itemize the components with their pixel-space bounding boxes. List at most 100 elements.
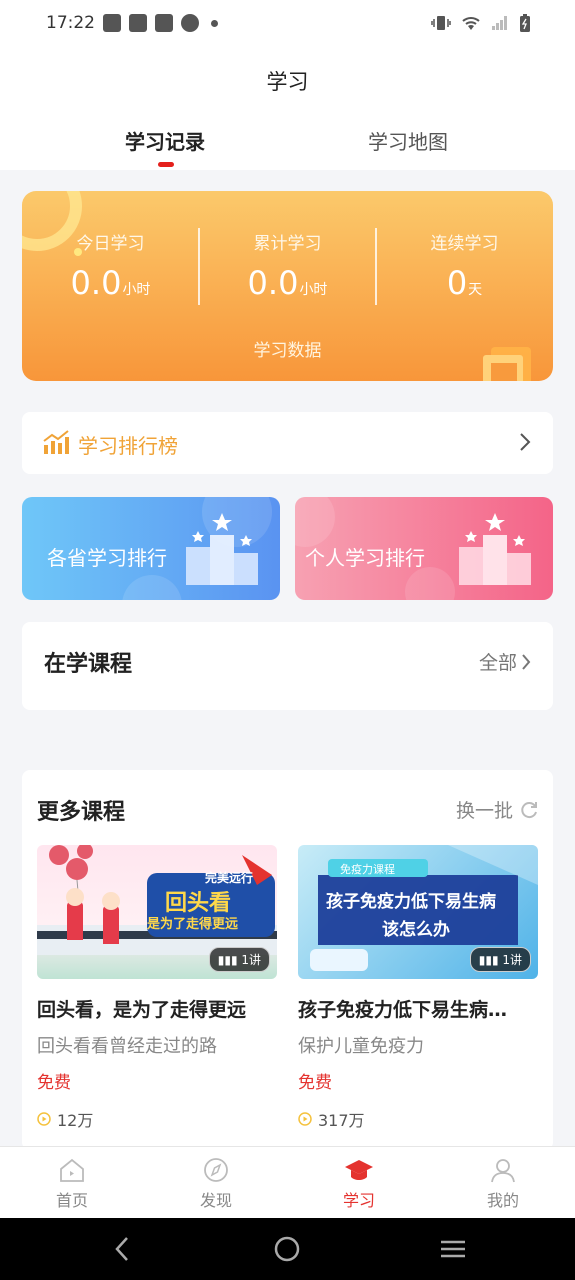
play-count-icon <box>37 1112 51 1126</box>
notification-bag-icon <box>155 14 173 32</box>
stat-number: 0.0 <box>247 264 299 302</box>
thumbnail-subheadline: 是为了走得更远 <box>147 917 239 932</box>
wifi-icon <box>462 17 480 30</box>
course-subtitle: 回头看看曾经走过的路 <box>37 1036 217 1057</box>
ranking-label: 学习排行榜 <box>78 434 178 458</box>
home-icon <box>60 1158 84 1182</box>
system-icons <box>431 13 531 33</box>
thumbnail-tag: 完美远行 <box>205 871 254 885</box>
tab-label: 首页 <box>55 1191 88 1210</box>
study-data-link[interactable]: 学习数据 <box>22 336 553 361</box>
notification-icons <box>103 14 218 32</box>
recents-icon[interactable] <box>438 1234 468 1264</box>
tab-study-record[interactable]: 学习记录 <box>125 126 205 155</box>
podium-icon <box>186 513 258 585</box>
decorative-bubble <box>405 567 455 600</box>
course-title: 孩子免疫力低下易生病… <box>298 999 508 1021</box>
stat-unit: 天 <box>468 282 483 298</box>
course-thumbnail: 完美远行 回头看 是为了走得更远 ▮▮▮ 1讲 <box>37 845 277 979</box>
tab-discover[interactable]: 发现 <box>176 1157 256 1211</box>
tab-label: 学习 <box>342 1191 375 1210</box>
stat-number: 0.0 <box>70 264 122 302</box>
view-all-link[interactable]: 全部 <box>479 648 531 675</box>
section-title: 更多课程 <box>37 800 126 825</box>
stat-label: 累计学习 <box>253 234 322 254</box>
bottom-tab-bar: 首页 发现 学习 我的 <box>0 1146 575 1218</box>
tab-label: 我的 <box>486 1191 519 1210</box>
section-title: 在学课程 <box>44 652 133 677</box>
stat-number: 0 <box>446 264 468 302</box>
ranking-list-row[interactable]: 学习排行榜 <box>22 412 553 474</box>
personal-ranking-card[interactable]: 个人学习排行 <box>295 497 553 600</box>
thumbnail-subheadline: 该怎么办 <box>382 920 450 940</box>
lesson-count-badge: ▮▮▮ 1讲 <box>208 947 270 972</box>
view-all-label: 全部 <box>478 652 517 674</box>
header: 学习 学习记录 学习地图 <box>0 48 575 170</box>
course-price: 免费 <box>298 1073 332 1093</box>
decorative-bubble <box>122 575 182 600</box>
thumbnail-tag: 免疫力课程 <box>340 863 395 876</box>
stat-label: 今日学习 <box>76 234 145 254</box>
learning-courses-section: 在学课程 全部 <box>22 622 553 710</box>
lessons-icon: ▮▮▮ <box>478 953 503 967</box>
province-ranking-label: 各省学习排行 <box>47 546 167 570</box>
province-ranking-card[interactable]: 各省学习排行 <box>22 497 280 600</box>
decorative-bubble <box>295 497 335 547</box>
status-bar: 17:22 <box>0 0 575 48</box>
refresh-icon <box>521 801 537 818</box>
stat-label: 连续学习 <box>430 234 499 254</box>
view-count: 12万 <box>57 1111 94 1130</box>
active-tab-indicator <box>158 162 174 167</box>
home-button-icon[interactable] <box>272 1234 302 1264</box>
refresh-label: 换一批 <box>455 800 513 822</box>
course-card[interactable]: 免疫力课程 孩子免疫力低下易生病 该怎么办 ▮▮▮ 1讲 孩子免疫力低下易生病…… <box>298 845 538 1131</box>
chevron-right-icon <box>520 433 531 451</box>
stat-value: 0.0小时 <box>199 264 376 302</box>
personal-ranking-label: 个人学习排行 <box>305 546 425 570</box>
more-courses-section: 更多课程 换一批 完美远行 回头看 是为了走得更远 ▮▮▮ 1讲 回头看，是为了… <box>22 770 553 1150</box>
vibrate-icon <box>431 16 451 30</box>
lesson-count: 1讲 <box>502 953 522 967</box>
stat-unit: 小时 <box>299 282 328 298</box>
refresh-button[interactable]: 换一批 <box>456 796 539 823</box>
tab-home[interactable]: 首页 <box>32 1157 112 1211</box>
course-views: 317万 <box>298 1107 538 1131</box>
stat-value: 0.0小时 <box>22 264 199 302</box>
tab-bar-top: 学习记录 学习地图 <box>0 126 575 167</box>
notification-bag-icon <box>129 14 147 32</box>
course-title: 回头看，是为了走得更远 <box>37 999 247 1021</box>
bar-chart-trend-icon <box>43 430 69 454</box>
compass-icon <box>204 1158 228 1182</box>
podium-icon <box>459 513 531 585</box>
tab-study[interactable]: 学习 <box>319 1157 399 1211</box>
study-stats-card[interactable]: 今日学习 0.0小时 累计学习 0.0小时 连续学习 0天 学习数据 <box>22 191 553 381</box>
view-count: 317万 <box>318 1111 365 1130</box>
system-nav-bar <box>0 1218 575 1280</box>
signal-icon <box>492 16 507 30</box>
more-notifications-icon <box>211 19 218 27</box>
tab-mine[interactable]: 我的 <box>463 1157 543 1211</box>
battery-icon <box>520 14 530 32</box>
stat-value: 0天 <box>376 264 553 302</box>
stat-streak: 连续学习 0天 <box>376 229 553 302</box>
thumbnail-headline: 孩子免疫力低下易生病 <box>326 892 496 912</box>
course-price: 免费 <box>37 1073 71 1093</box>
user-icon <box>491 1159 515 1183</box>
lesson-count-badge: ▮▮▮ 1讲 <box>469 947 531 972</box>
notification-bag-icon <box>103 14 121 32</box>
lessons-icon: ▮▮▮ <box>217 953 242 967</box>
back-icon[interactable] <box>112 1234 132 1264</box>
tab-label: 发现 <box>199 1191 232 1210</box>
graduation-cap-icon <box>345 1160 373 1180</box>
page-title: 学习 <box>266 70 309 94</box>
course-views: 12万 <box>37 1107 277 1131</box>
stat-unit: 小时 <box>122 282 151 298</box>
course-card[interactable]: 完美远行 回头看 是为了走得更远 ▮▮▮ 1讲 回头看，是为了走得更远 回头看看… <box>37 845 277 1131</box>
course-thumbnail: 免疫力课程 孩子免疫力低下易生病 该怎么办 ▮▮▮ 1讲 <box>298 845 538 979</box>
tab-study-map[interactable]: 学习地图 <box>368 126 448 155</box>
chevron-right-icon <box>522 653 531 670</box>
lesson-count: 1讲 <box>241 953 261 967</box>
play-count-icon <box>298 1112 312 1126</box>
status-time: 17:22 <box>46 13 95 33</box>
stat-today: 今日学习 0.0小时 <box>22 229 199 302</box>
